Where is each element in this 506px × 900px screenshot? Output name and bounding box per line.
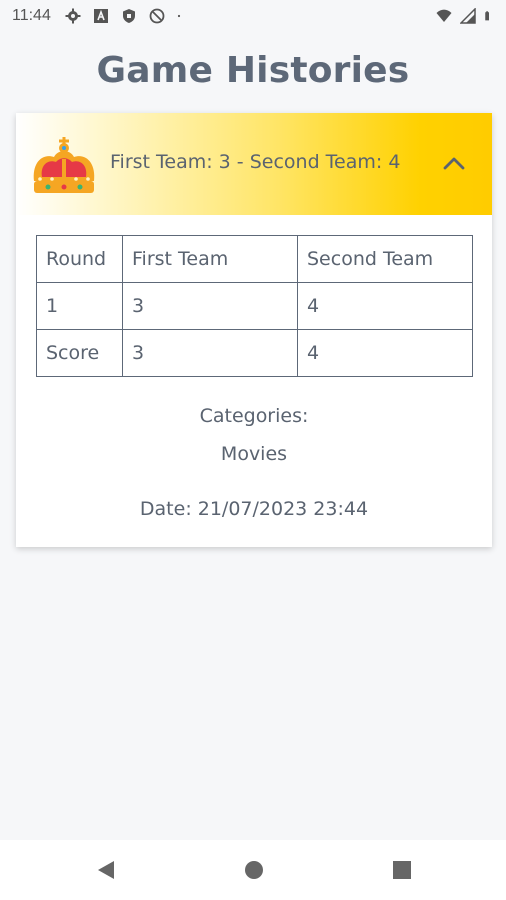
font-icon [93, 9, 108, 23]
status-bar: 11:44 [0, 0, 506, 32]
table-cell: 4 [297, 282, 473, 330]
rounds-table: Round First Team Second Team 1 3 4 Score… [36, 235, 473, 377]
shield-icon [122, 9, 135, 23]
crown-icon [33, 137, 95, 193]
categories-label: Categories: [199, 405, 309, 427]
table-header-cell: Second Team [297, 235, 473, 283]
signal-icon [460, 8, 476, 24]
no-entry-icon [149, 8, 165, 24]
recents-icon[interactable] [390, 858, 414, 882]
match-score-summary: First Team: 3 - Second Team: 4 [110, 151, 401, 173]
categories-value: Movies [220, 443, 288, 465]
navigation-bar [0, 840, 506, 900]
game-history-card: First Team: 3 - Second Team: 4 Round Fir… [16, 113, 492, 547]
table-cell: 4 [297, 329, 473, 377]
table-header-cell: Round [36, 235, 123, 283]
table-cell: 3 [122, 282, 298, 330]
dot-icon [177, 14, 180, 18]
table-cell: 3 [122, 329, 298, 377]
table-header-cell: First Team [122, 235, 298, 283]
back-icon[interactable] [94, 858, 118, 882]
table-row: Score 3 4 [36, 329, 473, 377]
table-cell: 1 [36, 282, 123, 330]
gear-icon [65, 8, 81, 24]
home-icon[interactable] [242, 858, 266, 882]
table-cell: Score [36, 329, 123, 377]
table-header-row: Round First Team Second Team [36, 235, 473, 283]
game-date: Date: 21/07/2023 23:44 [139, 498, 369, 520]
battery-icon [485, 11, 489, 21]
status-time: 11:44 [12, 7, 51, 24]
card-header[interactable]: First Team: 3 - Second Team: 4 [16, 113, 492, 215]
wifi-icon [436, 9, 452, 22]
page-title: Game Histories [96, 50, 410, 91]
chevron-up-icon[interactable] [442, 153, 466, 173]
table-row: 1 3 4 [36, 282, 473, 330]
